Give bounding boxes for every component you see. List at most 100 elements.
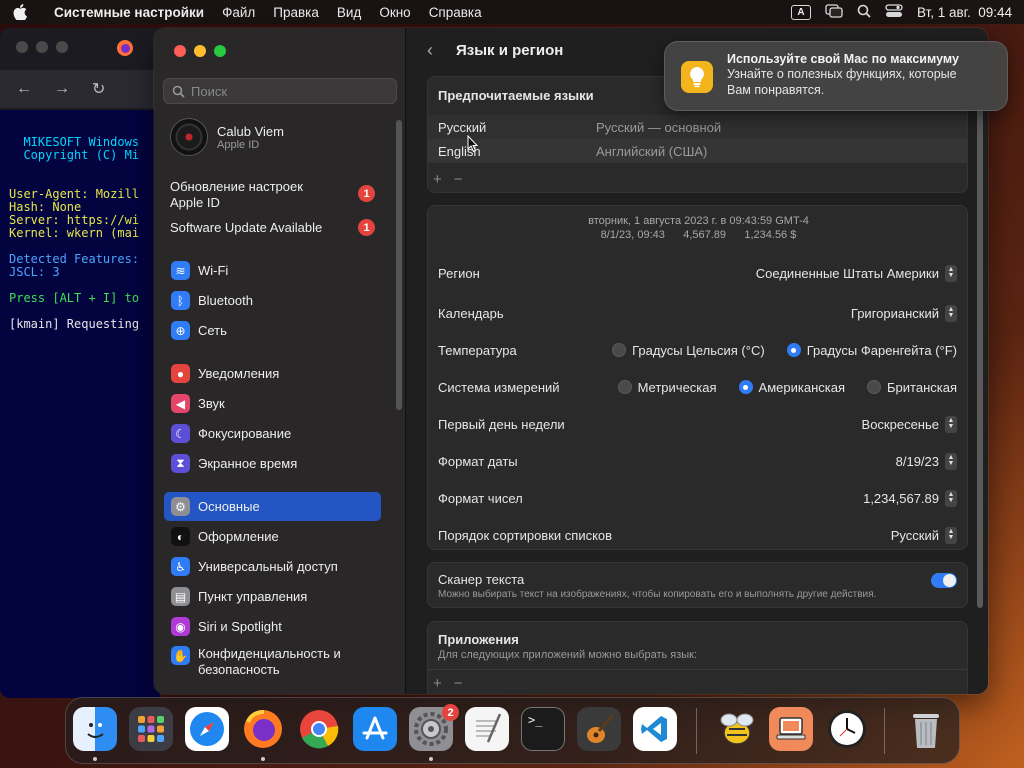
sidebar-item-speaker[interactable]: ◀ Звук: [164, 389, 381, 418]
measurement-metric-radio[interactable]: Метрическая: [617, 380, 717, 395]
sidebar-item-control-center[interactable]: ▤ Пункт управления: [164, 582, 381, 611]
region-popup[interactable]: Соединенные Штаты Америки ▲ ▼: [756, 264, 957, 282]
popup-chevron-icon: ▲ ▼: [945, 304, 957, 322]
globe-icon: ⊕: [171, 321, 190, 340]
menu-view[interactable]: Вид: [328, 5, 370, 20]
measurement-uk-radio[interactable]: Британская: [867, 380, 957, 395]
spotlight-search-icon[interactable]: [857, 4, 871, 21]
sidebar-item-bell[interactable]: ● Уведомления: [164, 359, 381, 388]
browser-zoom-button[interactable]: [56, 41, 68, 53]
firefox-tab-icon[interactable]: [116, 39, 134, 62]
chrome-icon[interactable]: [297, 707, 341, 751]
lightbulb-icon: [681, 61, 713, 93]
back-chevron-icon[interactable]: ‹: [427, 40, 433, 61]
sidebar-item-wifi[interactable]: ≋ Wi-Fi: [164, 256, 381, 285]
sidebar-item-gear[interactable]: ⚙ Основные: [164, 492, 381, 521]
browser-minimize-button[interactable]: [36, 41, 48, 53]
remove-language-button[interactable]: −: [454, 171, 463, 188]
language-row-russian[interactable]: Русский Русский — основной: [428, 115, 967, 139]
main-scrollbar[interactable]: [977, 108, 983, 608]
apple-id-update-badge: 1: [358, 185, 375, 202]
sort-order-popup[interactable]: Русский ▲ ▼: [891, 526, 957, 544]
date-format-label: Формат даты: [438, 453, 518, 469]
sidebar-item-hourglass[interactable]: ⧗ Экранное время: [164, 449, 381, 478]
window-zoom-button[interactable]: [214, 45, 226, 57]
temperature-celsius-radio[interactable]: Градусы Цельсия (°C): [612, 343, 765, 358]
add-app-button[interactable]: +: [433, 675, 442, 692]
browser-forward-icon[interactable]: →: [54, 80, 70, 98]
sidebar-scrollbar[interactable]: [396, 120, 402, 410]
input-source-icon[interactable]: A: [791, 4, 811, 20]
browser-back-icon[interactable]: ←: [16, 80, 32, 98]
finder-icon[interactable]: [73, 707, 117, 751]
menu-app-name[interactable]: Системные настройки: [40, 5, 213, 20]
apps-title: Приложения: [438, 632, 519, 647]
temperature-fahrenheit-radio[interactable]: Градусы Фаренгейта (°F): [786, 343, 957, 358]
vscode-icon[interactable]: [633, 707, 677, 751]
live-text-toggle[interactable]: [931, 573, 957, 588]
apple-id-user[interactable]: Calub Viem Apple ID: [170, 118, 284, 156]
sidebar-item-appearance[interactable]: ◐ Оформление: [164, 522, 381, 551]
measurement-us-radio[interactable]: Американская: [738, 380, 845, 395]
cyberduck-bee-icon[interactable]: [714, 707, 758, 751]
terminal-line: Copyright (C) Mi: [9, 148, 140, 162]
launchpad-icon[interactable]: [129, 707, 173, 751]
add-language-button[interactable]: +: [433, 171, 442, 188]
clock-icon[interactable]: [825, 707, 869, 751]
background-browser-window: ← → ↻ MIKESOFT Windows Copyright (C) Mi U…: [0, 28, 160, 698]
temperature-label: Температура: [438, 342, 517, 358]
date-format-popup[interactable]: 8/19/23 ▲ ▼: [895, 452, 957, 470]
first-day-popup[interactable]: Воскресенье ▲ ▼: [862, 415, 957, 433]
menu-help[interactable]: Справка: [420, 5, 491, 20]
gear-icon: ⚙: [171, 497, 190, 516]
sidebar-item-bluetooth[interactable]: ᛒ Bluetooth: [164, 286, 381, 315]
menu-edit[interactable]: Правка: [264, 5, 328, 20]
menu-file[interactable]: Файл: [213, 5, 264, 20]
calendar-label: Календарь: [438, 305, 504, 321]
sidebar-item-label: Оформление: [198, 529, 279, 544]
apple-id-update-line2: Apple ID: [170, 195, 220, 210]
firefox-icon[interactable]: [241, 707, 285, 751]
mouse-cursor-icon: [467, 135, 479, 153]
popup-chevron-icon: ▲ ▼: [945, 526, 957, 544]
sidebar-item-moon[interactable]: ☾ Фокусирование: [164, 419, 381, 448]
garageband-icon[interactable]: [577, 707, 621, 751]
menu-window[interactable]: Окно: [370, 5, 419, 20]
control-center-icon[interactable]: [885, 3, 903, 21]
screen-mirroring-icon[interactable]: [825, 3, 843, 21]
browser-reload-icon[interactable]: ↻: [92, 79, 105, 99]
date-format-value: 8/19/23: [895, 453, 939, 469]
browser-close-button[interactable]: [16, 41, 28, 53]
sidebar-item-label: Экранное время: [198, 456, 298, 471]
window-close-button[interactable]: [174, 45, 186, 57]
sidebar-item-accessibility[interactable]: ♿ Универсальный доступ: [164, 552, 381, 581]
software-update-item[interactable]: Software Update Available: [170, 220, 322, 236]
search-icon: [172, 85, 185, 98]
radio-icon: [738, 380, 753, 394]
textedit-icon[interactable]: [465, 707, 509, 751]
remote-desktop-icon[interactable]: [769, 707, 813, 751]
number-format-popup[interactable]: 1,234,567.89 ▲ ▼: [863, 489, 957, 507]
app-store-icon[interactable]: [353, 707, 397, 751]
tips-notification[interactable]: Используйте свой Mac по максимуму Узнайт…: [664, 41, 1008, 111]
menu-bar: Системные настройки Файл Правка Вид Окно…: [0, 0, 1024, 24]
window-minimize-button[interactable]: [194, 45, 206, 57]
calendar-popup[interactable]: Григорианский ▲ ▼: [851, 304, 957, 322]
menu-clock[interactable]: Вт, 1 авг. 09:44: [917, 5, 1012, 20]
apple-icon[interactable]: [0, 4, 40, 20]
sidebar-item-siri[interactable]: ◉ Siri и Spotlight: [164, 612, 381, 641]
apple-id-update-item[interactable]: Обновление настроек Apple ID: [170, 179, 303, 211]
language-row-english[interactable]: English Английский (США): [428, 139, 967, 163]
bluetooth-icon: ᛒ: [171, 291, 190, 310]
settings-main-pane: ‹ Язык и регион Предпочитаемые языки Рус…: [407, 28, 988, 694]
terminal-icon[interactable]: >_: [521, 707, 565, 751]
region-label: Регион: [438, 265, 480, 281]
sidebar-item-globe[interactable]: ⊕ Сеть: [164, 316, 381, 345]
sidebar-item-hand[interactable]: ✋ Конфиденциальность и безопасность: [164, 642, 381, 680]
safari-icon[interactable]: [185, 707, 229, 751]
radio-label: Градусы Цельсия (°C): [632, 342, 765, 358]
remove-app-button[interactable]: −: [454, 675, 463, 692]
trash-icon[interactable]: [904, 707, 948, 751]
sidebar-search-input[interactable]: Поиск: [163, 78, 397, 104]
